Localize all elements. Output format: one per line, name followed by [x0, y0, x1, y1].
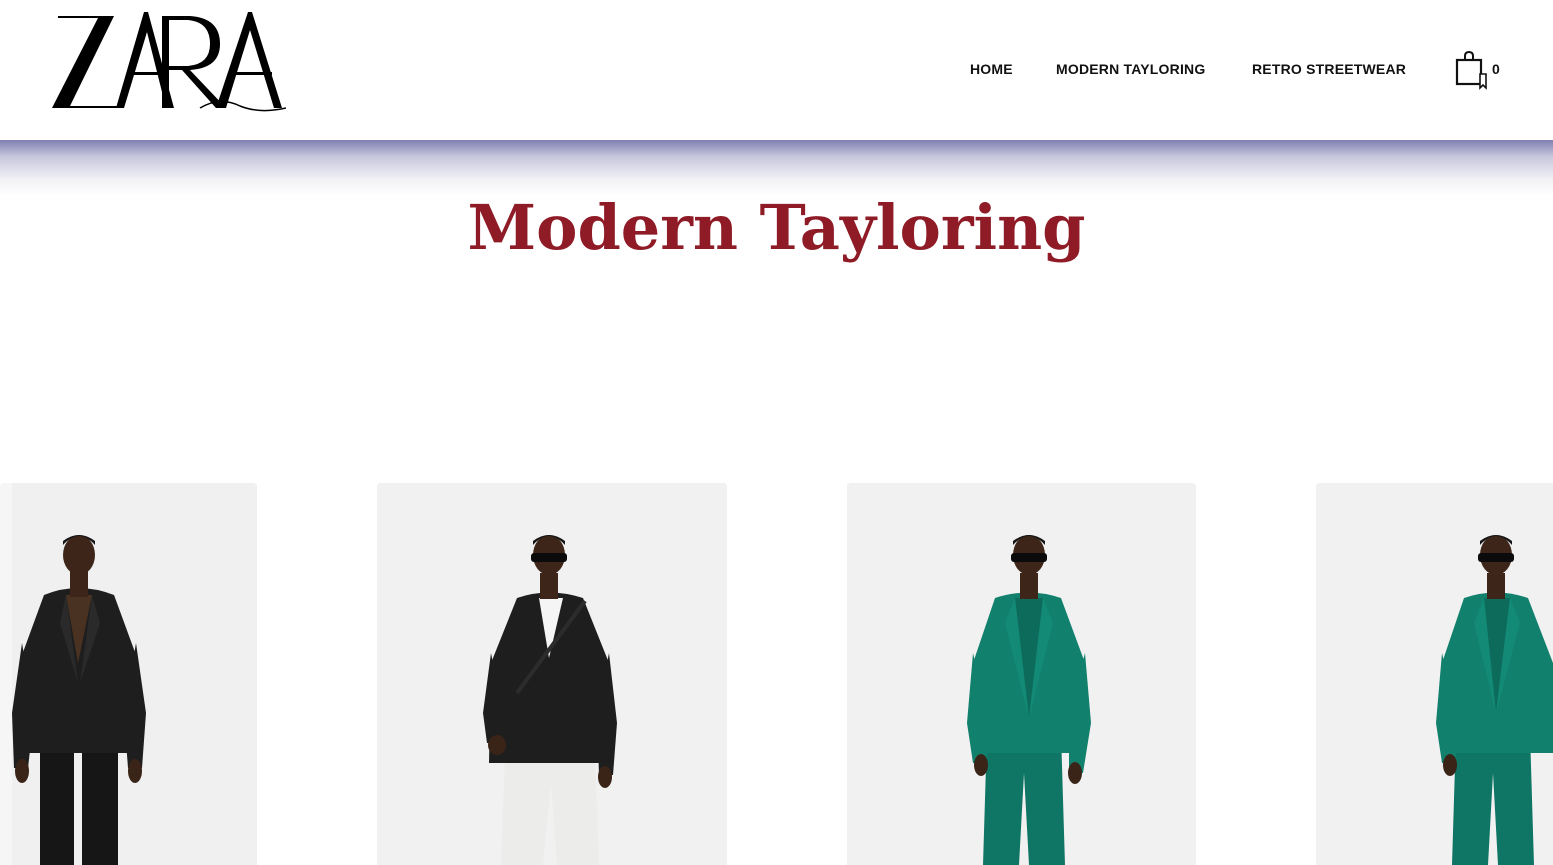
brand-logo[interactable]: ZARA: [50, 10, 286, 114]
zara-logo-icon: [52, 12, 286, 112]
page-title: Modern Tayloring: [467, 190, 1086, 264]
product-card-4[interactable]: [1316, 483, 1553, 865]
product-card-1[interactable]: [0, 483, 257, 865]
shopping-bag-icon: [1455, 50, 1487, 90]
product-image-green-suit-2: [1316, 483, 1553, 865]
nav-home[interactable]: HOME: [970, 60, 1013, 78]
nav-modern-tayloring[interactable]: MODERN TAYLORING: [1056, 60, 1205, 78]
product-image-green-suit: [847, 483, 1196, 865]
product-image-black-jacket-white-trousers: [377, 483, 727, 865]
site-header: ZARA HOME MODERN TAYLORING RETRO STREETW…: [0, 0, 1553, 140]
product-card-3[interactable]: [847, 483, 1196, 865]
product-image-black-suit: [0, 483, 257, 865]
nav-retro-streetwear[interactable]: RETRO STREETWEAR: [1252, 60, 1406, 78]
cart-count: 0: [1492, 61, 1500, 77]
product-card-2[interactable]: [377, 483, 727, 865]
cart-button[interactable]: 0: [1450, 50, 1510, 92]
